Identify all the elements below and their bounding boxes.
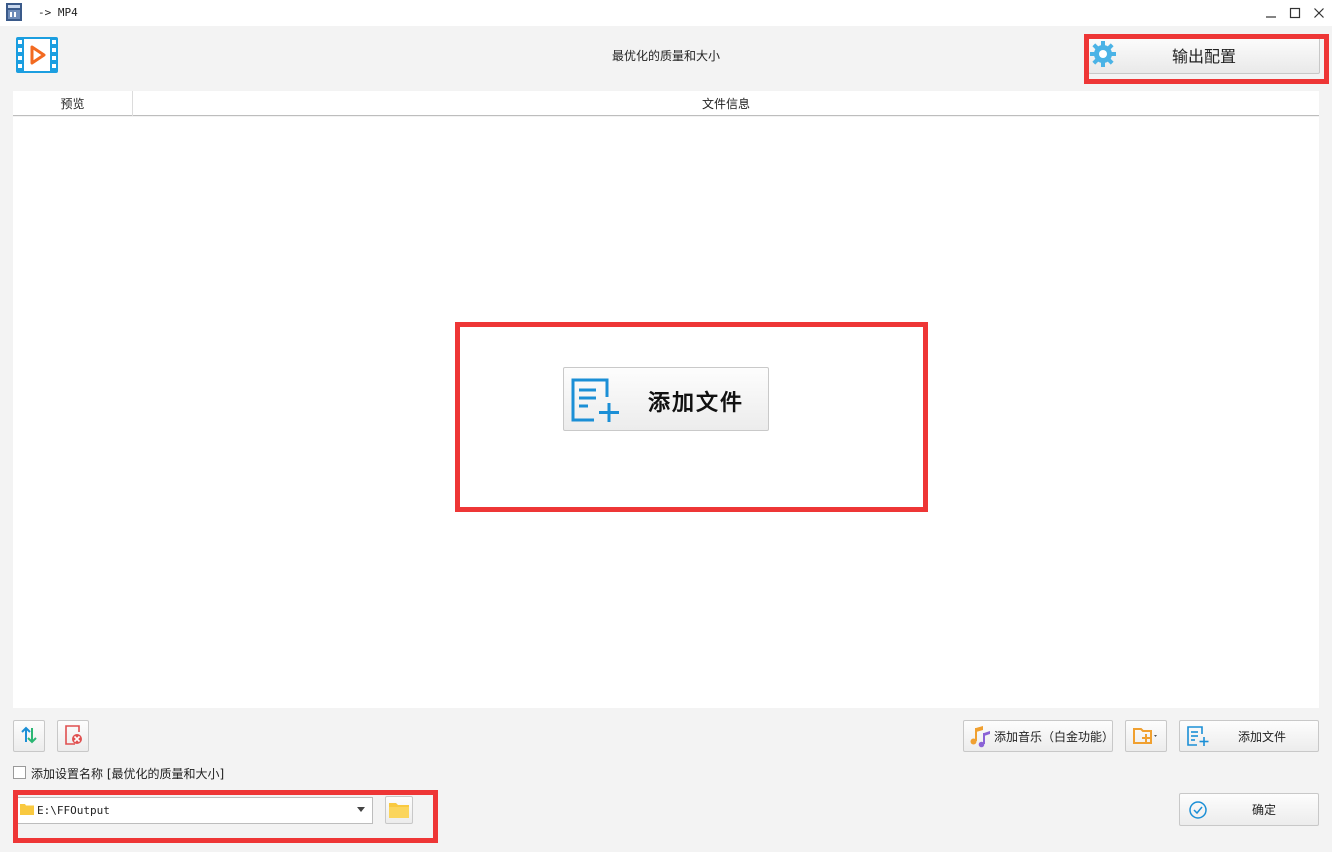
music-note-icon (968, 724, 992, 748)
add-file-small-icon (1186, 725, 1210, 747)
clear-list-button[interactable] (57, 720, 89, 752)
add-folder-icon (1132, 726, 1160, 746)
open-folder-icon (388, 801, 410, 819)
add-file-center-label: 添加文件 (648, 390, 745, 416)
add-music-label: 添加音乐（白金功能） (994, 729, 1115, 744)
append-setting-name-checkbox[interactable] (13, 766, 26, 779)
add-file-button[interactable]: 添加文件 (1179, 720, 1319, 752)
title-bar (0, 0, 1332, 26)
gear-icon (1089, 40, 1117, 68)
output-config-label: 输出配置 (1171, 46, 1236, 66)
sort-icon (19, 725, 39, 748)
ok-button[interactable]: 确定 (1179, 793, 1319, 826)
folder-icon (20, 803, 34, 815)
clear-list-icon (63, 724, 83, 749)
output-folder-path: E:\FFOutput (37, 804, 110, 817)
add-file-icon (570, 377, 624, 423)
browse-folder-button[interactable] (385, 796, 413, 824)
sort-button[interactable] (13, 720, 45, 752)
minimize-icon[interactable] (1259, 0, 1283, 26)
column-preview[interactable]: 预览 (13, 91, 133, 116)
add-file-label: 添加文件 (1238, 729, 1287, 744)
append-setting-name-label: 添加设置名称 [最优化的质量和大小] (31, 767, 225, 781)
maximize-icon[interactable] (1283, 0, 1307, 26)
chevron-down-icon[interactable] (357, 807, 365, 812)
add-music-button[interactable]: 添加音乐（白金功能） (963, 720, 1115, 752)
column-file-info[interactable]: 文件信息 (133, 91, 1319, 116)
window-title: -> MP4 (38, 6, 78, 19)
check-circle-icon (1188, 800, 1208, 820)
close-icon[interactable] (1307, 0, 1331, 26)
ok-label: 确定 (1252, 803, 1277, 817)
output-config-button[interactable]: 输出配置 (1088, 35, 1320, 74)
app-icon[interactable] (5, 2, 23, 22)
add-folder-button[interactable] (1125, 720, 1167, 752)
